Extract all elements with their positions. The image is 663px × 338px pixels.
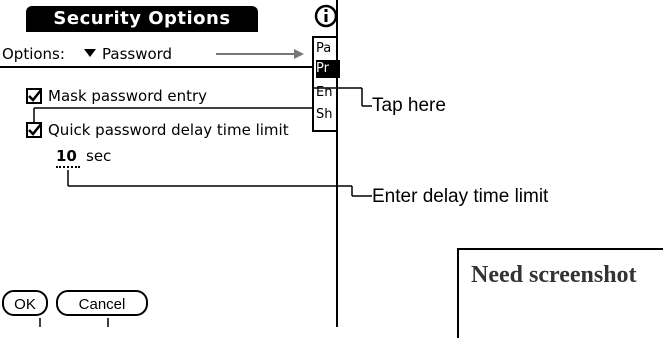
quick-password-label: Quick password delay time limit xyxy=(48,121,289,139)
options-row: Options: Password xyxy=(2,42,312,66)
screenshot-placeholder: Need screenshot xyxy=(457,248,663,338)
options-selector[interactable]: Password xyxy=(102,42,172,66)
tap-here-callout: Tap here xyxy=(372,95,446,116)
device-border-right xyxy=(336,0,338,327)
palm-screen: Security Options Options: Password Pa Pr… xyxy=(0,0,340,327)
delay-time-field[interactable]: 10 xyxy=(56,146,77,166)
placeholder-text: Need screenshot xyxy=(471,262,637,288)
dialog-title: Security Options xyxy=(26,6,258,32)
options-divider xyxy=(0,66,312,68)
cancel-button[interactable]: Cancel xyxy=(56,290,148,316)
info-icon[interactable] xyxy=(314,4,338,28)
options-label: Options: xyxy=(2,45,65,63)
delay-field-underline xyxy=(56,166,80,168)
delay-unit-label: sec xyxy=(86,147,112,165)
enter-delay-callout: Enter delay time limit xyxy=(372,186,549,207)
quick-password-checkbox[interactable] xyxy=(26,122,42,138)
dropdown-triangle-icon[interactable] xyxy=(84,49,96,57)
ok-button[interactable]: OK xyxy=(2,290,48,316)
mask-password-label: Mask password entry xyxy=(48,87,208,105)
mask-password-checkbox[interactable] xyxy=(26,88,42,104)
options-popup-menu: Pa Pr En Sh xyxy=(312,36,340,132)
